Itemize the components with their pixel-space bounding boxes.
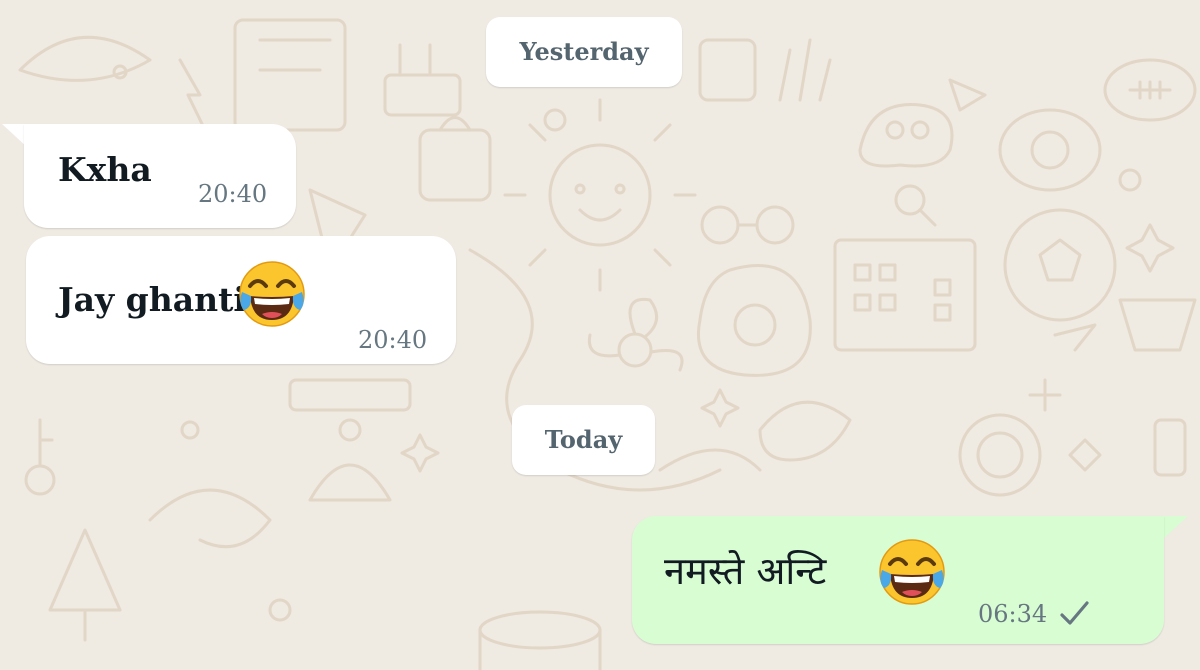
- message-timestamp: 20:40: [198, 180, 268, 208]
- face-with-tears-of-joy-icon: [879, 539, 945, 605]
- message-text: Kxha: [58, 150, 152, 189]
- incoming-message-bubble[interactable]: Kxha 20:40: [24, 124, 296, 228]
- face-with-tears-of-joy-icon: [239, 261, 305, 327]
- message-text: नमस्ते अन्टि: [664, 549, 827, 593]
- outgoing-bubble-tail: [1162, 516, 1188, 540]
- message-timestamp: 06:34: [978, 600, 1048, 628]
- date-separator-today: Today: [512, 405, 655, 475]
- incoming-message-bubble[interactable]: Jay ghanti 20:40: [26, 236, 456, 364]
- single-check-icon: [1060, 601, 1089, 625]
- message-timestamp: 20:40: [358, 326, 428, 354]
- date-separator-yesterday: Yesterday: [486, 17, 682, 87]
- outgoing-message-bubble[interactable]: नमस्ते अन्टि 06:34: [632, 516, 1164, 644]
- message-text: Jay ghanti: [58, 280, 246, 319]
